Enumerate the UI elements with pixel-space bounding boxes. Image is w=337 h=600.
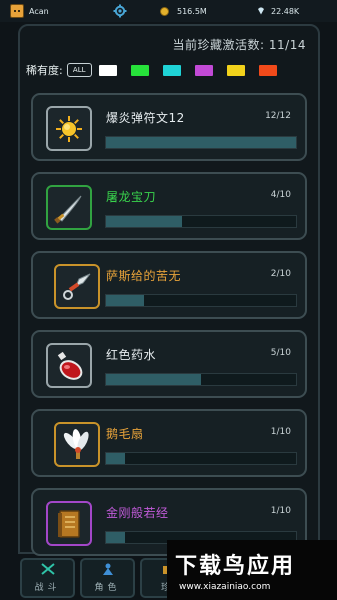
activated-count: 当前珍藏激活数: 11/14 (172, 38, 306, 52)
progress-fill (106, 453, 125, 464)
filter-green-swatch[interactable] (130, 64, 149, 76)
treasure-name: 屠龙宝刀 (106, 190, 157, 204)
site-watermark: 下载鸟应用 www.xiazainiao.com (167, 540, 337, 600)
treasure-name: 爆炎弹符文12 (106, 111, 185, 125)
feather-fan-icon (54, 422, 100, 467)
kunai-icon (54, 264, 100, 309)
progress-fill (106, 374, 201, 385)
nav-character-label: 角色 (94, 583, 121, 593)
progress-fill (106, 216, 182, 227)
treasure-name: 红色药水 (106, 348, 157, 362)
treasure-progress-bar (105, 215, 297, 228)
treasure-progress: 1/10 (270, 506, 291, 516)
progress-fill (106, 532, 125, 543)
treasure-progress-bar (105, 294, 297, 307)
treasure-name: 鹅毛扇 (106, 427, 144, 441)
treasure-card[interactable]: 萨斯给的苦无 2/10 (31, 251, 307, 319)
treasure-progress: 12/12 (265, 111, 291, 121)
treasure-card[interactable]: 红色药水 5/10 (31, 330, 307, 398)
rarity-filter-label: 稀有度: (26, 64, 63, 77)
gold-coin-icon (160, 6, 169, 16)
treasure-card[interactable]: 屠龙宝刀 4/10 (31, 172, 307, 240)
filter-all-button[interactable]: ALL (66, 63, 92, 77)
treasure-card[interactable]: 爆炎弹符文12 12/12 (31, 93, 307, 161)
treasure-progress-bar (105, 136, 297, 149)
nav-battle-label: 战斗 (34, 583, 61, 593)
diamond-amount: 22.48K (271, 6, 300, 16)
treasure-progress-bar (105, 373, 297, 386)
treasure-name: 萨斯给的苦无 (106, 269, 182, 283)
gold-amount: 516.5M (177, 6, 207, 16)
watermark-url: www.xiazainiao.com (179, 582, 271, 592)
treasure-progress: 5/10 (270, 348, 291, 358)
filter-orange-swatch[interactable] (258, 64, 277, 76)
progress-fill (106, 295, 144, 306)
saber-icon (46, 185, 92, 230)
crossed-swords-icon (40, 563, 55, 575)
rarity-filter: 稀有度: ALL (26, 62, 291, 78)
treasure-card[interactable]: 鹅毛扇 1/10 (31, 409, 307, 477)
filter-yellow-swatch[interactable] (226, 64, 245, 76)
top-status-bar: Acan 516.5M 22.48K (0, 0, 337, 22)
nav-character-tab[interactable]: 角色 (80, 558, 135, 598)
filter-purple-swatch[interactable] (194, 64, 213, 76)
sun-rune-icon (46, 106, 92, 151)
red-potion-icon (46, 343, 92, 388)
nav-battle-tab[interactable]: 战斗 (20, 558, 75, 598)
character-icon (102, 563, 113, 575)
player-avatar[interactable] (10, 4, 24, 18)
settings-gear-icon[interactable] (113, 4, 127, 18)
filter-white-swatch[interactable] (98, 64, 117, 76)
treasure-name: 金刚般若经 (106, 506, 169, 520)
player-name: Acan (29, 6, 49, 16)
treasure-progress: 2/10 (270, 269, 291, 279)
filter-cyan-swatch[interactable] (162, 64, 181, 76)
progress-fill (106, 137, 296, 148)
treasure-progress-bar (105, 452, 297, 465)
scripture-book-icon (46, 501, 92, 546)
treasure-progress: 1/10 (270, 427, 291, 437)
watermark-title: 下载鸟应用 (175, 554, 296, 579)
treasure-progress: 4/10 (270, 190, 291, 200)
diamond-icon (258, 7, 264, 15)
